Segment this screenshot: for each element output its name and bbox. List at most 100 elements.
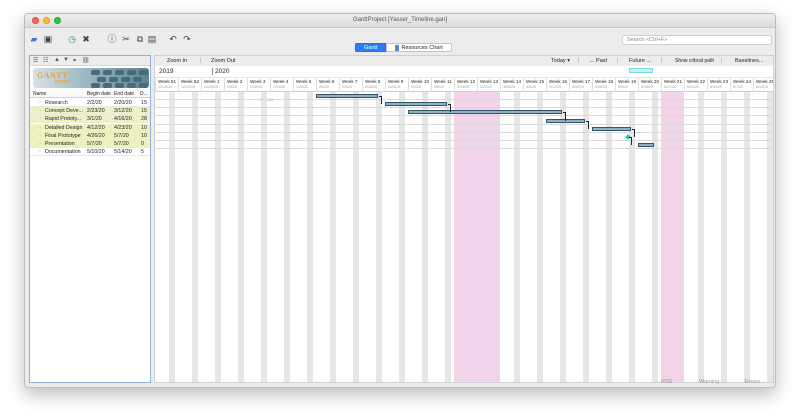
week-header: Week 25 6/14/20 xyxy=(753,78,773,92)
task-row[interactable]: ◦ Rapid Prototy... 3/1/20 4/16/20 28 xyxy=(30,115,150,124)
future-button[interactable]: Future → xyxy=(629,58,652,64)
timeline-years: 2019 2020 xyxy=(155,66,773,78)
week-label: Week 12 xyxy=(457,79,476,84)
window-title: GanttProject [Yasser_Timeline.gan] xyxy=(352,17,448,23)
week-header: Week 15 4/5/20 xyxy=(523,78,546,92)
week-date: 5/17/20 xyxy=(664,85,676,89)
task-row[interactable]: ◦ Detailed Design 4/12/20 4/23/20 10 xyxy=(30,123,150,132)
task-row[interactable]: ◦ Documentation 5/10/20 5/14/20 5 xyxy=(30,148,150,157)
week-header: Week 8 2/16/20 xyxy=(362,78,385,92)
task-bar[interactable] xyxy=(316,94,379,98)
task-end-date: 5/7/20 xyxy=(114,132,129,139)
errors-status[interactable]: Errors xyxy=(745,379,760,385)
week-header: Week 11 3/8/20 xyxy=(431,78,454,92)
critical-path-button[interactable]: Show critical path xyxy=(675,58,714,64)
week-label: Week 20 xyxy=(641,79,660,84)
week-date: 5/31/20 xyxy=(710,85,722,89)
week-label: Week 6 xyxy=(319,79,335,84)
tab-resources-chart[interactable]: Resources Chart xyxy=(386,43,452,52)
task-end-date: 2/20/20 xyxy=(114,100,132,106)
view-tabs: Gantt Resources Chart xyxy=(355,43,452,52)
rss-status[interactable]: RSS xyxy=(661,379,672,385)
task-row[interactable]: ◦ Research 2/2/20 2/20/20 15 xyxy=(30,99,150,107)
week-date: 3/1/20 xyxy=(411,85,421,89)
week-header: Week 20 5/10/20 xyxy=(638,78,661,92)
col-header-duration[interactable]: D... xyxy=(140,91,148,97)
task-bar[interactable] xyxy=(592,126,632,131)
gantt-toolbar: Zoom In | Zoom Out Today ▾ | ← Past | Fu… xyxy=(155,56,773,66)
search-input[interactable]: Search <Ctrl+F> xyxy=(622,35,772,45)
week-header: Week 6 2/2/20 xyxy=(316,78,339,92)
collapse-icon[interactable]: ☰ xyxy=(33,57,38,64)
status-bar: RSS Warning Errors xyxy=(25,379,775,387)
task-bullet-icon: ◦ xyxy=(39,100,41,106)
warning-status[interactable]: Warning xyxy=(699,379,719,385)
gantt-grid-row xyxy=(155,100,773,109)
redo-icon[interactable]: ↷ xyxy=(182,34,192,44)
task-row[interactable]: ◦ Presentation 5/7/20 5/7/20 0 xyxy=(30,140,150,148)
week-label: Week 52 xyxy=(181,79,200,84)
task-bar[interactable] xyxy=(408,110,563,115)
dependency-arrow xyxy=(586,120,590,129)
baselines-button[interactable]: Baselines... xyxy=(735,58,763,64)
info-icon[interactable]: ⓘ xyxy=(107,34,117,44)
week-header: Week 5 1/26/20 xyxy=(293,78,316,92)
task-bullet-icon: ◦ xyxy=(39,132,41,139)
col-header-begin[interactable]: Begin date xyxy=(87,91,111,97)
timeline-scroll-indicator[interactable] xyxy=(629,68,653,73)
delete-icon[interactable]: ✖ xyxy=(81,34,91,44)
zoom-out-button[interactable]: Zoom Out xyxy=(211,58,235,64)
week-date: 1/5/20 xyxy=(227,85,237,89)
today-button[interactable]: Today ▾ xyxy=(551,58,570,64)
zoom-in-button[interactable]: Zoom In xyxy=(167,58,187,64)
task-name: Concept Deve... xyxy=(45,108,83,115)
col-header-name[interactable]: Name xyxy=(33,91,46,97)
link-icon[interactable]: ⚭ xyxy=(72,57,77,64)
week-header: Week 2 1/5/20 xyxy=(224,78,247,92)
dependency-arrow xyxy=(632,128,636,137)
task-bullet-icon: ◦ xyxy=(39,141,41,147)
expand-icon[interactable]: ☷ xyxy=(43,57,48,64)
week-date: 4/12/20 xyxy=(549,85,561,89)
task-duration: 10 xyxy=(141,132,147,139)
history-icon[interactable]: ◷ xyxy=(67,34,77,44)
week-label: Week 10 xyxy=(411,79,430,84)
week-header: Week 3 1/12/20 xyxy=(247,78,270,92)
copy-icon[interactable]: ⧉ xyxy=(135,34,145,44)
task-duration: 10 xyxy=(141,124,147,131)
move-up-icon[interactable]: ▲ xyxy=(54,57,60,63)
gantt-grid-row xyxy=(155,92,773,100)
paste-icon[interactable]: ▤ xyxy=(147,34,157,44)
task-bar[interactable] xyxy=(385,102,448,107)
app-window: GanttProject [Yasser_Timeline.gan] ▰ ▣ ◷… xyxy=(24,13,776,388)
move-down-icon[interactable]: ▼ xyxy=(63,57,69,63)
save-icon[interactable]: ▣ xyxy=(43,34,53,44)
task-name: Research xyxy=(45,100,68,106)
task-begin-date: 5/7/20 xyxy=(87,141,102,147)
task-end-date: 4/16/20 xyxy=(114,116,132,123)
task-name: Final Prototype xyxy=(45,132,81,139)
past-button[interactable]: ← Past xyxy=(589,58,607,64)
week-date: 6/14/20 xyxy=(756,85,768,89)
week-date: 3/8/20 xyxy=(434,85,444,89)
undo-icon[interactable]: ↶ xyxy=(168,34,178,44)
cut-icon[interactable]: ✂ xyxy=(121,34,131,44)
tab-gantt[interactable]: Gantt xyxy=(355,43,387,52)
gantt-chart-area[interactable]: 1/26/20 xyxy=(155,92,773,382)
week-header: Week 17 4/19/20 xyxy=(569,78,592,92)
task-name: Presentation xyxy=(45,141,75,147)
col-header-end[interactable]: End date xyxy=(114,91,134,97)
task-row[interactable]: ◦ Concept Deve... 2/23/20 3/12/20 15 xyxy=(30,107,150,116)
task-bullet-icon: ◦ xyxy=(39,124,41,131)
open-folder-icon[interactable]: ▰ xyxy=(29,34,39,44)
week-label: Week 24 xyxy=(733,79,752,84)
task-row[interactable]: ◦ Final Prototype 4/26/20 5/7/20 10 xyxy=(30,131,150,140)
gantt-grid-row xyxy=(155,117,773,125)
week-date: 12/22/19 xyxy=(181,85,195,89)
week-date: 5/24/20 xyxy=(687,85,699,89)
week-label: Week 9 xyxy=(388,79,404,84)
week-label: Week 13 xyxy=(480,79,499,84)
unlink-icon[interactable]: ⛓ xyxy=(82,57,90,64)
task-bar[interactable] xyxy=(638,143,655,148)
week-header: Week 1 12/29/19 xyxy=(201,78,224,92)
